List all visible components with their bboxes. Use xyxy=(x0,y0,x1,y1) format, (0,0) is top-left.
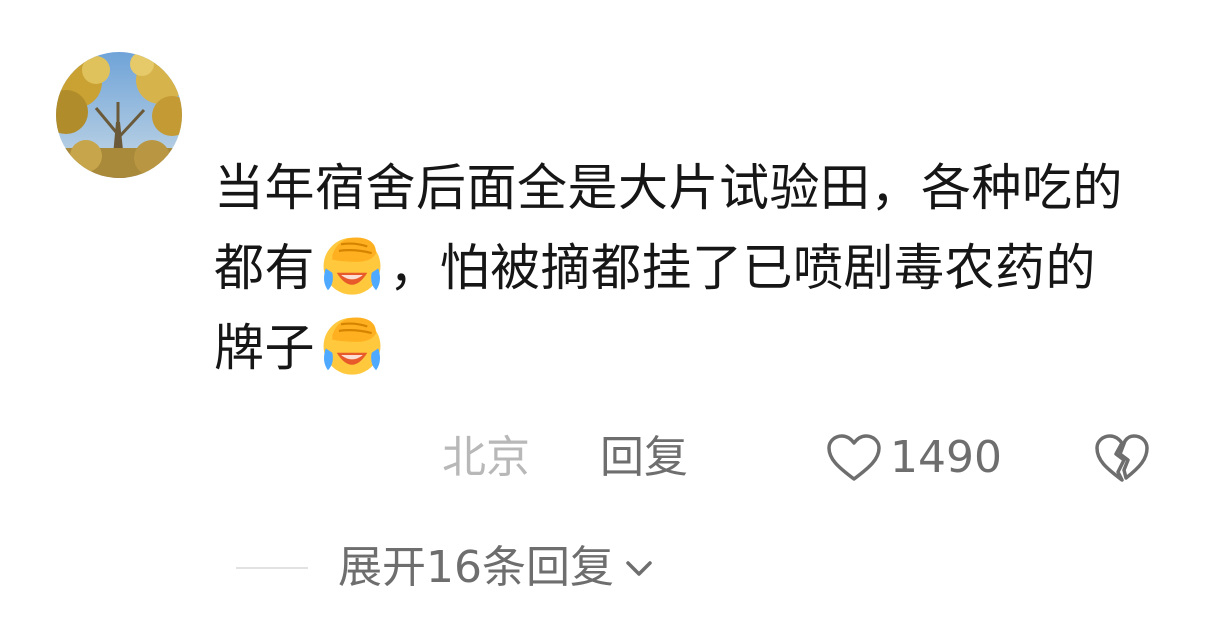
dislike-button[interactable] xyxy=(1094,432,1150,484)
avatar-image xyxy=(56,52,182,178)
comment-text: 当年宿舍后面全是大片试验田，各种吃的都有 ，怕被摘都挂了已喷剧毒农药的牌子 xyxy=(214,148,1144,388)
reply-button[interactable]: 回复 xyxy=(600,428,688,488)
expand-replies-label: 展开16条回复 xyxy=(338,542,614,593)
expand-replies-button[interactable]: 展开16条回复 xyxy=(236,538,656,598)
comment-location: 北京 xyxy=(442,432,530,483)
expand-divider xyxy=(236,567,308,569)
comment-card: 当年宿舍后面全是大片试验田，各种吃的都有 ，怕被摘都挂了已喷剧毒农药的牌子 北京… xyxy=(0,0,1216,640)
avatar[interactable] xyxy=(56,52,182,178)
face-palm-crying-laughing-icon xyxy=(323,237,381,295)
heart-icon xyxy=(827,434,881,481)
chevron-down-icon xyxy=(626,561,652,576)
like-count: 1490 xyxy=(890,432,1002,483)
face-palm-crying-laughing-icon xyxy=(323,317,381,375)
like-button[interactable]: 1490 xyxy=(826,428,1002,488)
broken-heart-icon xyxy=(1095,434,1149,482)
